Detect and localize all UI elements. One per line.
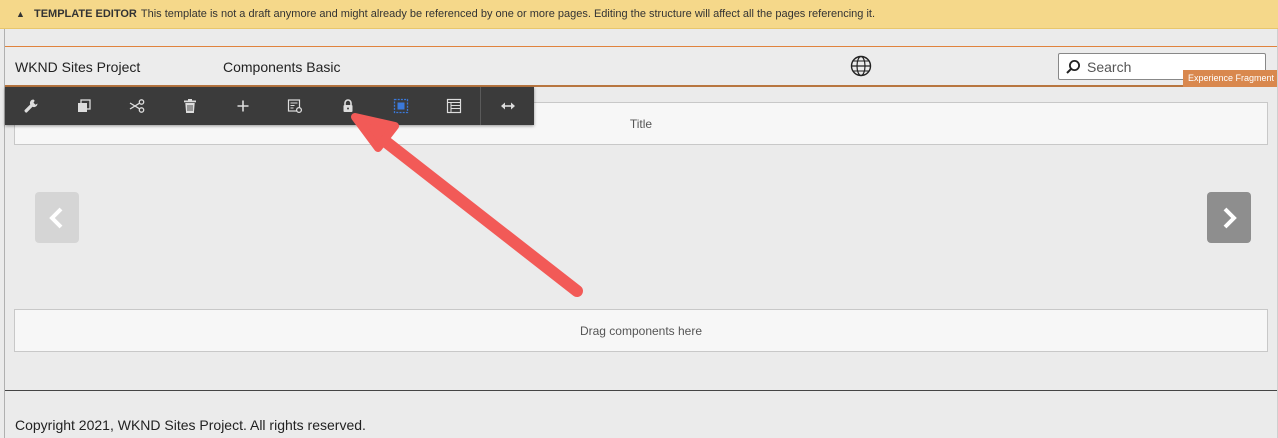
scissors-icon — [129, 99, 145, 113]
footer-copyright: Copyright 2021, WKND Sites Project. All … — [15, 417, 366, 433]
footer-divider — [5, 390, 1278, 391]
component-toolbar — [5, 87, 534, 125]
warning-message: This template is not a draft anymore and… — [140, 8, 876, 20]
insert-component-button[interactable] — [216, 87, 269, 125]
nav-item-components-basic[interactable]: Components Basic — [223, 59, 341, 75]
page-canvas: WKND Sites Project Components Basic Expe… — [4, 29, 1278, 438]
chevron-left-icon — [49, 207, 63, 228]
template-editor-warning-bar: ▲ TEMPLATE EDITOR This template is not a d… — [0, 0, 1278, 29]
select-parent-button[interactable] — [375, 87, 428, 125]
policy-icon — [288, 99, 303, 114]
cut-button[interactable] — [111, 87, 164, 125]
globe-icon[interactable] — [850, 55, 872, 77]
configure-button[interactable] — [5, 87, 58, 125]
plus-icon — [237, 100, 249, 112]
layout-icon — [446, 98, 461, 114]
search-icon — [1065, 59, 1081, 75]
site-brand[interactable]: WKND Sites Project — [15, 59, 140, 75]
warning-icon: ▲ — [16, 9, 25, 19]
select-parent-icon — [393, 98, 409, 114]
wrench-icon — [24, 99, 38, 113]
trash-icon — [183, 99, 196, 113]
layout-mode-button[interactable] — [481, 87, 534, 125]
chevron-right-icon — [1223, 207, 1237, 228]
copy-icon — [78, 99, 91, 112]
delete-button[interactable] — [163, 87, 216, 125]
warning-label: TEMPLATE EDITOR — [34, 8, 137, 20]
policy-button[interactable] — [269, 87, 322, 125]
copy-button[interactable] — [58, 87, 111, 125]
carousel-next-button[interactable] — [1207, 192, 1251, 243]
lock-structure-button[interactable] — [322, 87, 375, 125]
lock-icon — [343, 99, 353, 112]
resize-icon — [500, 102, 515, 110]
drag-components-dropzone[interactable]: Drag components here — [14, 309, 1268, 352]
layout-button[interactable] — [427, 87, 480, 125]
experience-fragment-tag[interactable]: Experience Fragment — [1183, 70, 1278, 87]
carousel-previous-button[interactable] — [35, 192, 79, 243]
